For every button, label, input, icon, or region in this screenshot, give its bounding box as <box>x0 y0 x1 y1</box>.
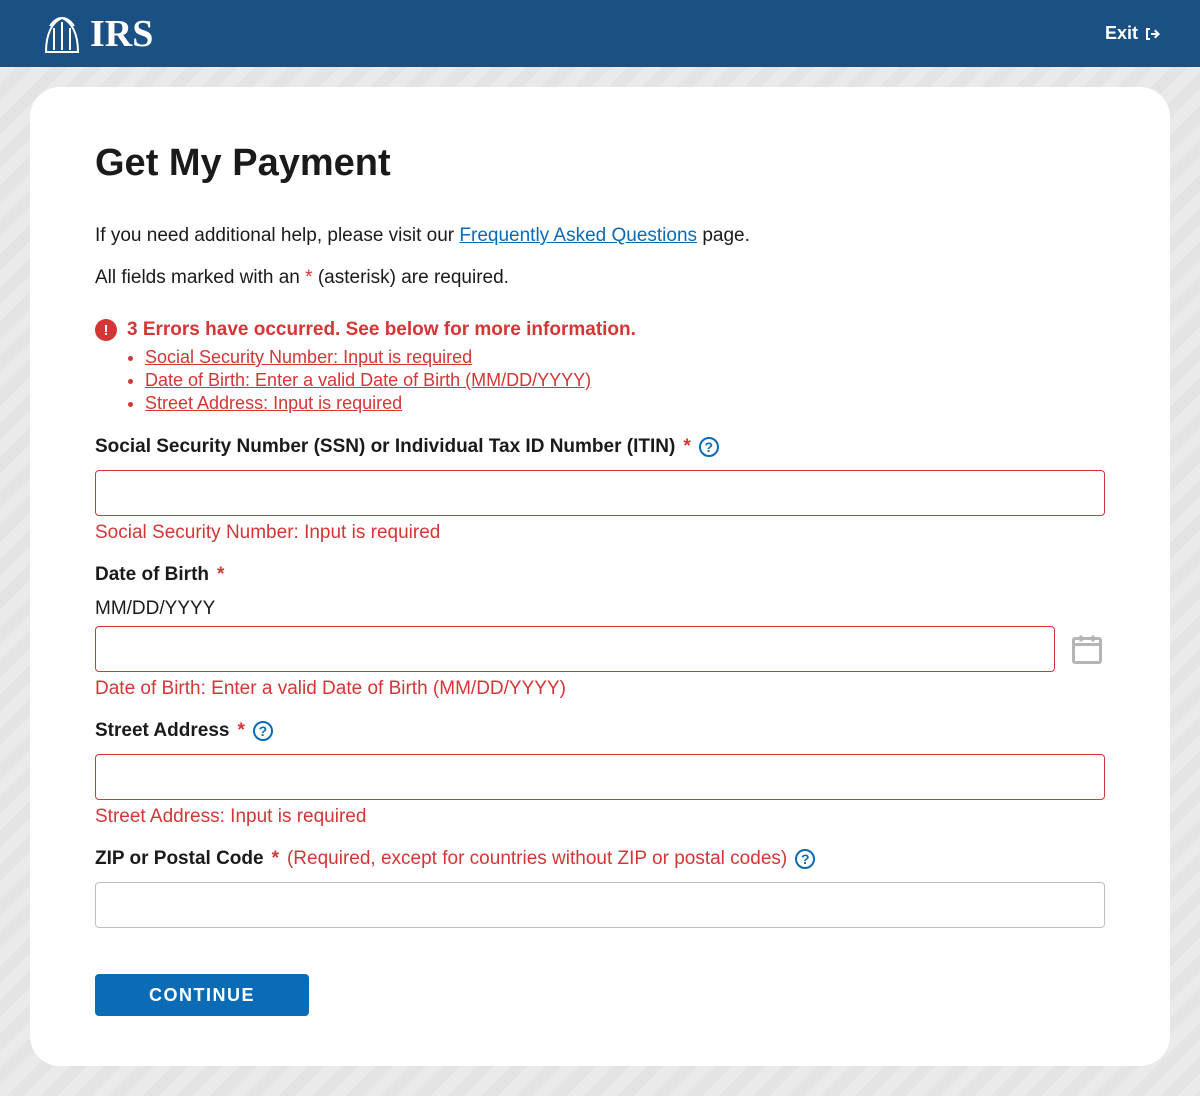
exit-button[interactable]: Exit <box>1105 23 1160 44</box>
dob-label-row: Date of Birth * <box>95 564 1105 586</box>
street-required-mark: * <box>237 720 244 742</box>
help-icon[interactable]: ? <box>253 721 273 741</box>
eagle-icon <box>40 14 84 54</box>
error-list: Social Security Number: Input is require… <box>135 347 1105 414</box>
street-input[interactable] <box>95 754 1105 800</box>
error-link-street[interactable]: Street Address: Input is required <box>145 393 402 413</box>
dob-format-hint: MM/DD/YYYY <box>95 598 1105 620</box>
faq-link[interactable]: Frequently Asked Questions <box>459 225 697 246</box>
street-label-row: Street Address * ? <box>95 720 1105 742</box>
irs-wordmark-icon: IRS <box>90 14 200 54</box>
exit-icon <box>1144 26 1160 42</box>
help-icon[interactable]: ? <box>795 849 815 869</box>
field-zip: ZIP or Postal Code * (Required, except f… <box>95 848 1105 928</box>
intro-suffix: page. <box>697 225 750 246</box>
asterisk-mark: * <box>305 267 312 288</box>
zip-label: ZIP or Postal Code <box>95 848 264 870</box>
ssn-input[interactable] <box>95 470 1105 516</box>
zip-label-row: ZIP or Postal Code * (Required, except f… <box>95 848 1105 870</box>
exit-label: Exit <box>1105 23 1138 44</box>
dob-label: Date of Birth <box>95 564 209 586</box>
error-link-dob[interactable]: Date of Birth: Enter a valid Date of Bir… <box>145 370 591 390</box>
page-background: Get My Payment If you need additional he… <box>0 67 1200 1096</box>
irs-logo: IRS <box>40 14 200 54</box>
field-ssn: Social Security Number (SSN) or Individu… <box>95 436 1105 544</box>
dob-required-mark: * <box>217 564 224 586</box>
dob-error: Date of Birth: Enter a valid Date of Bir… <box>95 678 1105 700</box>
zip-note: (Required, except for countries without … <box>287 848 787 870</box>
brand-text: IRS <box>90 14 153 54</box>
dob-input[interactable] <box>95 626 1055 672</box>
field-dob: Date of Birth * MM/DD/YYYY Date of Birth… <box>95 564 1105 700</box>
field-street: Street Address * ? Street Address: Input… <box>95 720 1105 828</box>
error-link-ssn[interactable]: Social Security Number: Input is require… <box>145 347 472 367</box>
required-note-prefix: All fields marked with an <box>95 267 305 288</box>
error-item: Street Address: Input is required <box>145 393 1105 414</box>
error-summary-text: 3 Errors have occurred. See below for mo… <box>127 319 636 341</box>
top-bar: IRS Exit <box>0 0 1200 67</box>
continue-button[interactable]: CONTINUE <box>95 974 309 1016</box>
street-error: Street Address: Input is required <box>95 806 1105 828</box>
ssn-required-mark: * <box>683 436 690 458</box>
help-icon[interactable]: ? <box>699 437 719 457</box>
dob-input-row <box>95 626 1105 672</box>
ssn-error: Social Security Number: Input is require… <box>95 522 1105 544</box>
zip-required-mark: * <box>272 848 279 870</box>
ssn-label: Social Security Number (SSN) or Individu… <box>95 436 675 458</box>
intro-prefix: If you need additional help, please visi… <box>95 225 459 246</box>
error-summary-heading: ! 3 Errors have occurred. See below for … <box>95 319 1105 341</box>
zip-input[interactable] <box>95 882 1105 928</box>
page-title: Get My Payment <box>95 142 1105 185</box>
error-item: Social Security Number: Input is require… <box>145 347 1105 368</box>
calendar-icon[interactable] <box>1069 631 1105 667</box>
content-card: Get My Payment If you need additional he… <box>30 87 1170 1066</box>
error-summary: ! 3 Errors have occurred. See below for … <box>95 319 1105 414</box>
required-fields-note: All fields marked with an * (asterisk) a… <box>95 267 1105 289</box>
street-label: Street Address <box>95 720 229 742</box>
alert-icon: ! <box>95 319 117 341</box>
ssn-label-row: Social Security Number (SSN) or Individu… <box>95 436 1105 458</box>
required-note-suffix: (asterisk) are required. <box>313 267 509 288</box>
intro-text: If you need additional help, please visi… <box>95 225 1105 247</box>
error-item: Date of Birth: Enter a valid Date of Bir… <box>145 370 1105 391</box>
